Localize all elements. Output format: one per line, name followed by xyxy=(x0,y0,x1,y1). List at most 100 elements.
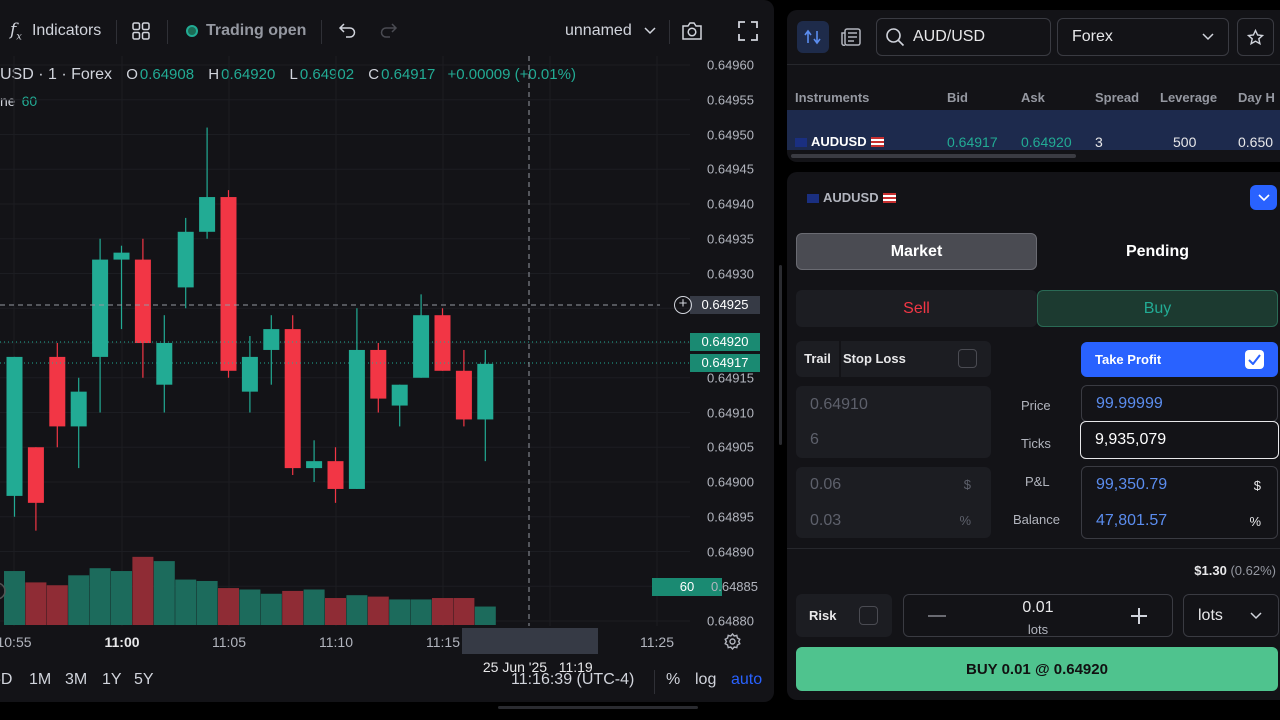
price-tick-label: 0.64885 xyxy=(711,579,758,594)
range-5d[interactable]: 5D xyxy=(0,671,12,689)
crosshair-price-tag: 0.64925 xyxy=(690,296,760,314)
candle-body xyxy=(49,356,66,427)
watchlist-icon[interactable] xyxy=(797,21,829,53)
percent-toggle[interactable]: % xyxy=(666,671,680,689)
chevron-down-icon xyxy=(1257,193,1270,201)
sl-price[interactable]: 0.64910 xyxy=(810,396,868,414)
tp-pl-unit: $ xyxy=(1253,478,1261,493)
log-toggle[interactable]: log xyxy=(695,671,716,689)
time-tick-label: 11:25 xyxy=(640,634,674,650)
camera-icon[interactable] xyxy=(681,21,703,41)
margin-info: $1.30 (0.62%) xyxy=(1194,563,1276,578)
time-axis[interactable]: 10:55 11:00 11:05 11:10 11:15 11:25 xyxy=(0,626,774,656)
stop-loss-checkbox[interactable] xyxy=(958,349,977,368)
horizontal-scrollbar[interactable] xyxy=(791,154,1076,158)
fullscreen-icon[interactable] xyxy=(738,21,758,41)
plus-icon[interactable] xyxy=(1130,607,1148,625)
take-profit-toggle[interactable]: Take Profit xyxy=(1081,342,1278,377)
undo-icon[interactable] xyxy=(338,22,356,38)
news-icon[interactable] xyxy=(835,21,867,53)
candle-body xyxy=(413,315,430,378)
submit-buy-button[interactable]: BUY 0.01 @ 0.64920 xyxy=(796,647,1278,691)
risk-toggle[interactable]: Risk xyxy=(796,594,892,637)
volume-bar xyxy=(367,596,389,625)
status-dot-icon xyxy=(186,25,198,37)
auto-toggle[interactable]: auto xyxy=(731,671,762,689)
volume-bar xyxy=(175,579,197,625)
col-instruments[interactable]: Instruments xyxy=(795,90,869,105)
col-ask[interactable]: Ask xyxy=(1021,90,1045,105)
chart-toolbar: fx Indicators Trading open unnamed xyxy=(0,0,774,64)
trading-status: Trading open xyxy=(186,22,306,40)
order-symbol: AUDUSD xyxy=(807,190,896,205)
stop-loss-toggle[interactable]: Stop Loss xyxy=(841,341,991,377)
price-axis[interactable]: 0.64960 0.64955 0.64950 0.64945 0.64940 0.649… xyxy=(652,56,774,629)
trail-toggle[interactable]: Trail xyxy=(796,341,839,377)
add-alert-icon[interactable]: + xyxy=(674,296,692,314)
submit-buy-label: BUY 0.01 @ 0.64920 xyxy=(966,660,1108,678)
symbol-search-input[interactable]: AUD/USD xyxy=(876,18,1051,56)
bid-price-tag: 0.64917 xyxy=(690,354,760,372)
star-icon xyxy=(1247,28,1264,45)
range-3m[interactable]: 3M xyxy=(65,671,87,689)
range-1y[interactable]: 1Y xyxy=(102,671,122,689)
take-profit-label: Take Profit xyxy=(1095,352,1162,367)
buy-button[interactable]: Buy xyxy=(1037,290,1278,327)
col-leverage[interactable]: Leverage xyxy=(1160,90,1217,105)
tab-pending[interactable]: Pending xyxy=(1037,233,1278,270)
range-5y[interactable]: 5Y xyxy=(134,671,154,689)
sl-pl-unit: $ xyxy=(963,477,971,492)
risk-checkbox[interactable] xyxy=(859,606,878,625)
tp-pl-value[interactable]: 99,350.79 xyxy=(1096,476,1167,494)
candle-body xyxy=(27,447,44,503)
tp-price-input[interactable]: 99.99999 xyxy=(1081,385,1278,422)
margin-percent: (0.62%) xyxy=(1230,563,1276,578)
volume-bar xyxy=(111,571,132,625)
clock[interactable]: 11:16:39 (UTC-4) xyxy=(511,671,634,689)
price-tick-label: 0.64950 xyxy=(707,127,754,142)
tp-balance-value[interactable]: 47,801.57 xyxy=(1096,512,1167,530)
time-tick-label: 11:05 xyxy=(212,634,246,650)
lots-select-value: lots xyxy=(1198,606,1223,624)
price-tick-label: 0.64890 xyxy=(707,544,754,559)
row-day-high: 0.650 xyxy=(1238,134,1274,150)
tab-market[interactable]: Market xyxy=(796,233,1037,270)
stop-loss-label: Stop Loss xyxy=(843,351,906,366)
volume-bar xyxy=(303,589,325,625)
take-profit-checkbox[interactable] xyxy=(1245,350,1264,369)
bottom-resize-handle[interactable] xyxy=(498,706,698,709)
layout-name-dropdown[interactable]: unnamed xyxy=(565,22,656,40)
lots-select[interactable]: lots xyxy=(1183,594,1279,637)
settings-gear-icon[interactable] xyxy=(724,632,741,655)
pl-label: P&L xyxy=(1025,474,1050,489)
au-flag-icon xyxy=(807,194,819,203)
layouts-grid-icon[interactable] xyxy=(132,22,150,40)
time-tick-label: 10:55 xyxy=(0,634,32,650)
candle-body xyxy=(370,349,387,399)
sl-pl[interactable]: 0.06 xyxy=(810,476,841,494)
redo-icon[interactable] xyxy=(380,22,398,38)
margin-value: $1.30 xyxy=(1194,563,1227,578)
tp-ticks-input[interactable]: 9,935,079 xyxy=(1080,421,1279,459)
col-spread[interactable]: Spread xyxy=(1095,90,1139,105)
indicators-label: Indicators xyxy=(31,22,102,40)
candle-body xyxy=(6,356,23,496)
sell-button[interactable]: Sell xyxy=(796,290,1037,327)
price-tick-label: 0.64930 xyxy=(707,266,754,281)
candlestick-chart[interactable] xyxy=(0,56,774,626)
favorite-button[interactable] xyxy=(1237,18,1274,56)
sl-ticks[interactable]: 6 xyxy=(810,431,819,449)
indicators-button[interactable]: fx Indicators xyxy=(10,20,101,42)
us-flag-icon xyxy=(882,193,896,203)
range-1m[interactable]: 1M xyxy=(29,671,51,689)
col-bid[interactable]: Bid xyxy=(947,90,968,105)
col-day-high[interactable]: Day H xyxy=(1238,90,1280,105)
market-select[interactable]: Forex xyxy=(1057,18,1229,56)
quantity-stepper[interactable]: 0.01 lots xyxy=(903,594,1173,637)
collapse-order-button[interactable] xyxy=(1250,185,1277,210)
row-ask: 0.64920 xyxy=(1021,134,1072,150)
sl-balance[interactable]: 0.03 xyxy=(810,512,841,530)
panel-resize-handle[interactable] xyxy=(779,265,782,445)
volume-bar xyxy=(25,582,47,625)
time-tick-label: 11:00 xyxy=(104,634,140,650)
